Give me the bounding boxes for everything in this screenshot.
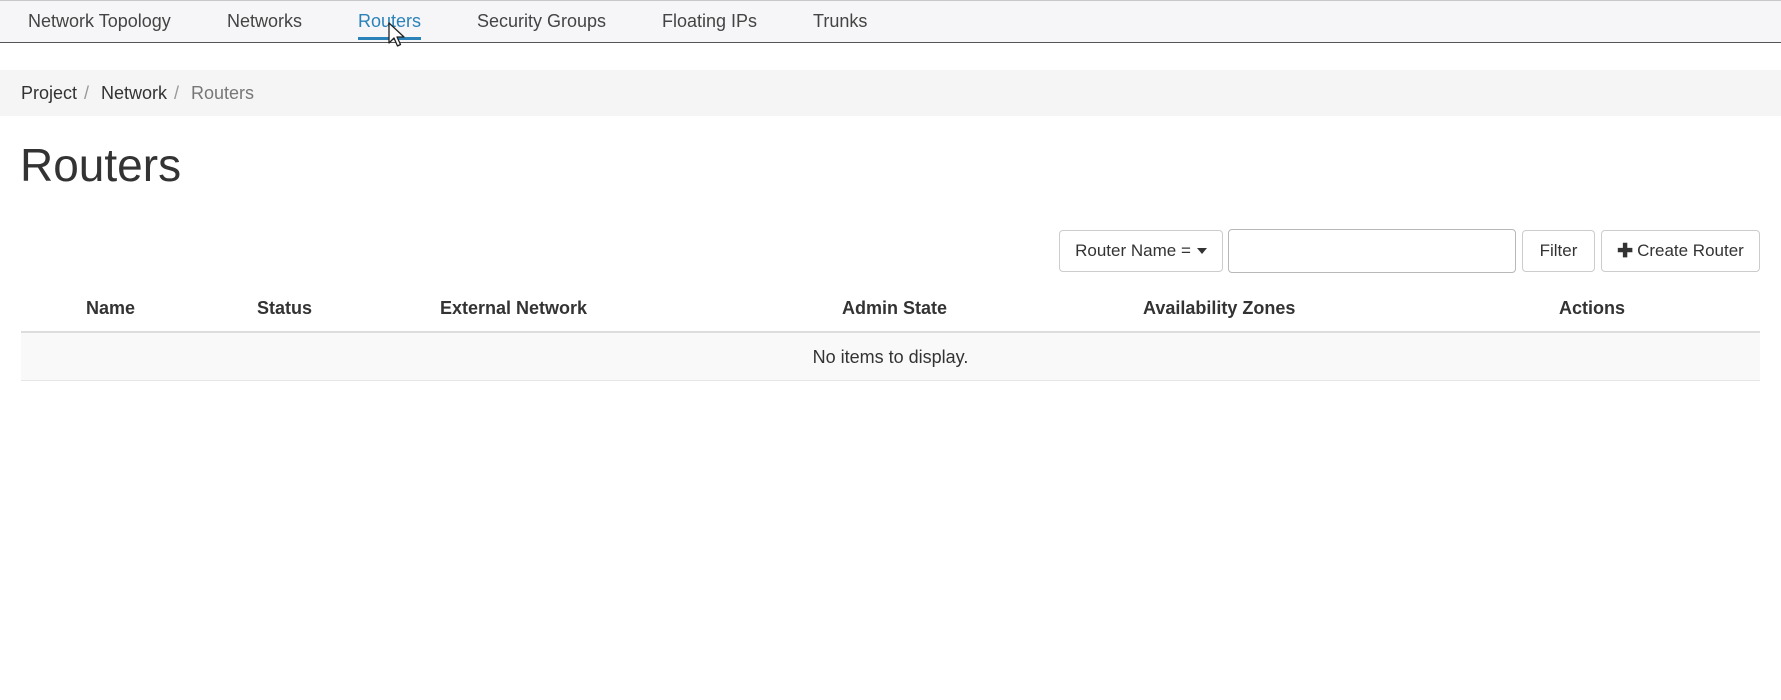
breadcrumb-separator: / — [174, 83, 180, 103]
caret-down-icon — [1196, 248, 1207, 254]
column-header-external-network[interactable]: External Network — [440, 298, 587, 319]
top-nav-tabs: Network Topology Networks Routers Securi… — [0, 0, 1781, 43]
breadcrumb-item-project[interactable]: Project — [21, 83, 77, 104]
breadcrumb-separator: / — [84, 83, 90, 103]
column-header-status[interactable]: Status — [257, 298, 312, 319]
column-header-actions: Actions — [1559, 298, 1626, 318]
page-title: Routers — [20, 139, 182, 191]
create-router-button[interactable]: ✚ Create Router — [1601, 230, 1760, 272]
tab-floating-ips[interactable]: Floating IPs — [662, 11, 757, 32]
breadcrumb-item-network[interactable]: Network — [101, 83, 167, 104]
plus-icon: ✚ — [1617, 240, 1634, 262]
table-empty-row: No items to display. — [21, 333, 1760, 381]
filter-field-label: Router Name = — [1075, 241, 1191, 260]
tab-security-groups[interactable]: Security Groups — [477, 11, 606, 32]
filter-input[interactable] — [1228, 229, 1516, 273]
breadcrumb-item-routers: Routers — [191, 83, 255, 103]
tab-networks[interactable]: Networks — [227, 11, 302, 32]
filter-button-label: Filter — [1539, 241, 1578, 260]
breadcrumb: Project / Network / Routers — [0, 70, 1781, 116]
column-header-admin-state[interactable]: Admin State — [842, 298, 947, 319]
column-header-availability-zones[interactable]: Availability Zones — [1143, 298, 1295, 319]
tab-trunks[interactable]: Trunks — [813, 11, 867, 32]
create-router-label: Create Router — [1637, 241, 1744, 260]
filter-field-dropdown[interactable]: Router Name = — [1059, 230, 1223, 272]
tab-network-topology[interactable]: Network Topology — [28, 11, 171, 32]
empty-message: No items to display. — [812, 347, 969, 367]
mouse-pointer-icon — [388, 22, 405, 47]
column-header-name[interactable]: Name — [86, 298, 135, 319]
filter-button[interactable]: Filter — [1522, 230, 1595, 272]
